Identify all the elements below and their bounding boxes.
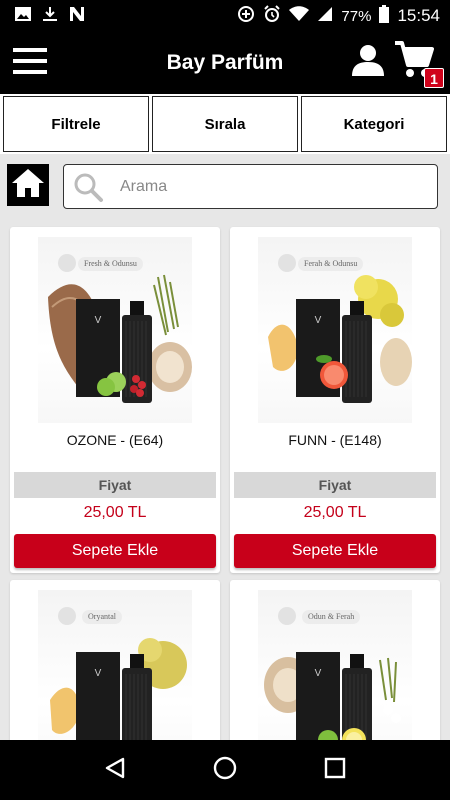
recents-button[interactable] [310,745,360,795]
status-bar: 77% 15:54 [0,0,450,32]
product-name: OZONE - (E64) [66,432,164,448]
download-icon [42,6,58,27]
product-image: Ferah & Odunsu V [258,237,412,423]
signal-icon [317,6,333,26]
perfume-illustration: V [264,652,401,740]
image-icon [14,6,32,27]
home-nav-icon [212,755,238,786]
back-button[interactable] [90,745,140,795]
product-card[interactable]: Fresh & Odunsu V OZONE - (E64) Fiyat 25,… [10,227,220,573]
home-nav-button[interactable] [200,745,250,795]
app-bar: Bay Parfüm 1 [0,32,450,94]
alarm-icon [263,5,281,27]
product-card[interactable]: Oryantal V [10,580,220,740]
svg-text:V: V [315,668,322,679]
perfume-illustration: V [48,274,192,403]
data-saver-icon [237,5,255,27]
n-icon [68,5,86,28]
home-button[interactable] [7,164,49,206]
filter-button[interactable]: Filtrele [3,96,149,152]
search-input[interactable] [120,177,420,196]
home-icon [10,167,46,204]
cart-count-badge: 1 [424,68,444,88]
recents-icon [324,757,346,784]
perfume-illustration: V [50,638,187,740]
product-card[interactable]: Odun & Ferah V [230,580,440,740]
product-price: 25,00 TL [83,504,147,521]
product-price: 25,00 TL [303,504,367,521]
search-box [63,164,438,209]
product-card[interactable]: Ferah & Odunsu V FUNN - (E148) Fiyat 25,… [230,227,440,573]
account-button[interactable] [348,42,388,82]
category-button[interactable]: Kategori [301,96,447,152]
menu-icon [13,47,47,79]
add-to-cart-button[interactable]: Sepete Ekle [234,534,436,568]
filter-toolbar: Filtrele Sırala Kategori [0,94,450,154]
svg-text:V: V [95,668,102,679]
product-image: Oryantal V [38,590,192,740]
battery-level: 77% [341,7,372,25]
product-image: Odun & Ferah V [258,590,412,740]
battery-icon [379,5,390,27]
sort-button[interactable]: Sırala [152,96,298,152]
product-grid: Fresh & Odunsu V OZONE - (E64) Fiyat 25,… [0,220,450,740]
product-name: FUNN - (E148) [288,432,382,448]
search-icon[interactable] [68,167,108,207]
back-icon [103,756,127,785]
cart-button[interactable]: 1 [392,38,444,88]
perfume-illustration: V [268,275,412,403]
search-row [0,154,450,220]
menu-button[interactable] [0,32,60,94]
svg-text:V: V [315,315,322,326]
user-icon [351,43,385,82]
system-nav-bar [0,740,450,800]
clock: 15:54 [397,6,440,25]
wifi-icon [289,6,310,26]
price-label: Fiyat [14,472,216,498]
add-to-cart-button[interactable]: Sepete Ekle [14,534,216,568]
price-label: Fiyat [234,472,436,498]
product-image: Fresh & Odunsu V [38,237,192,423]
svg-text:V: V [95,315,102,326]
